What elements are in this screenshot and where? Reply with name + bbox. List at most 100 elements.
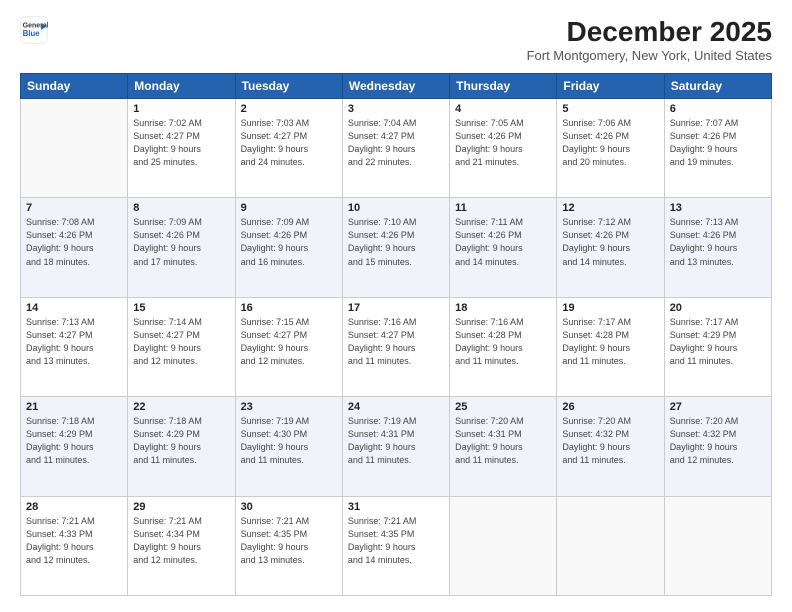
logo: General Blue [20,16,48,44]
calendar-cell: 7 Sunrise: 7:08 AMSunset: 4:26 PMDaylight… [21,198,128,297]
day-number: 29 [133,501,229,513]
calendar-cell: 26 Sunrise: 7:20 AMSunset: 4:32 PMDayligh… [557,397,664,496]
calendar-cell: 31 Sunrise: 7:21 AMSunset: 4:35 PMDayligh… [342,496,449,595]
day-number: 15 [133,302,229,314]
day-info: Sunrise: 7:10 AMSunset: 4:26 PMDaylight:… [348,216,444,268]
weekday-header: Sunday [21,74,128,99]
day-number: 24 [348,401,444,413]
day-number: 14 [26,302,122,314]
weekday-header: Saturday [664,74,771,99]
calendar-cell: 3 Sunrise: 7:04 AMSunset: 4:27 PMDaylight… [342,99,449,198]
day-info: Sunrise: 7:14 AMSunset: 4:27 PMDaylight:… [133,316,229,368]
day-info: Sunrise: 7:19 AMSunset: 4:30 PMDaylight:… [241,415,337,467]
day-info: Sunrise: 7:21 AMSunset: 4:35 PMDaylight:… [241,515,337,567]
day-info: Sunrise: 7:12 AMSunset: 4:26 PMDaylight:… [562,216,658,268]
svg-text:Blue: Blue [23,29,41,38]
calendar-cell: 5 Sunrise: 7:06 AMSunset: 4:26 PMDaylight… [557,99,664,198]
day-info: Sunrise: 7:15 AMSunset: 4:27 PMDaylight:… [241,316,337,368]
day-info: Sunrise: 7:08 AMSunset: 4:26 PMDaylight:… [26,216,122,268]
day-number: 4 [455,103,551,115]
day-number: 28 [26,501,122,513]
calendar-cell: 15 Sunrise: 7:14 AMSunset: 4:27 PMDayligh… [128,297,235,396]
day-info: Sunrise: 7:16 AMSunset: 4:28 PMDaylight:… [455,316,551,368]
day-number: 10 [348,202,444,214]
day-number: 19 [562,302,658,314]
day-number: 20 [670,302,766,314]
calendar-cell: 11 Sunrise: 7:11 AMSunset: 4:26 PMDayligh… [450,198,557,297]
calendar-cell: 6Sunrise: 7:07 AMSunset: 4:26 PMDaylight… [664,99,771,198]
day-number: 18 [455,302,551,314]
calendar-cell: 23 Sunrise: 7:19 AMSunset: 4:30 PMDayligh… [235,397,342,496]
day-number: 12 [562,202,658,214]
calendar-cell: 4Sunrise: 7:05 AMSunset: 4:26 PMDaylight… [450,99,557,198]
calendar-cell [450,496,557,595]
day-number: 3 [348,103,444,115]
day-number: 27 [670,401,766,413]
calendar-cell: 25 Sunrise: 7:20 AMSunset: 4:31 PMDayligh… [450,397,557,496]
day-info: Sunrise: 7:18 AMSunset: 4:29 PMDaylight:… [26,415,122,467]
day-info: Sunrise: 7:20 AMSunset: 4:32 PMDaylight:… [670,415,766,467]
page: General Blue December 2025 Fort Montgome… [0,0,792,612]
day-info: Sunrise: 7:16 AMSunset: 4:27 PMDaylight:… [348,316,444,368]
day-info: Sunrise: 7:02 AMSunset: 4:27 PMDaylight:… [133,117,229,169]
calendar-cell: 10 Sunrise: 7:10 AMSunset: 4:26 PMDayligh… [342,198,449,297]
day-info: Sunrise: 7:20 AMSunset: 4:32 PMDaylight:… [562,415,658,467]
weekday-header: Monday [128,74,235,99]
day-number: 30 [241,501,337,513]
day-info: Sunrise: 7:03 AMSunset: 4:27 PMDaylight:… [241,117,337,169]
location: Fort Montgomery, New York, United States [527,48,772,63]
calendar-cell: 12 Sunrise: 7:12 AMSunset: 4:26 PMDayligh… [557,198,664,297]
calendar-cell: 29 Sunrise: 7:21 AMSunset: 4:34 PMDayligh… [128,496,235,595]
calendar-body: 1 Sunrise: 7:02 AMSunset: 4:27 PMDaylight… [21,99,772,596]
day-number: 31 [348,501,444,513]
day-number: 23 [241,401,337,413]
calendar-cell: 1 Sunrise: 7:02 AMSunset: 4:27 PMDaylight… [128,99,235,198]
day-number: 16 [241,302,337,314]
calendar-cell: 2 Sunrise: 7:03 AMSunset: 4:27 PMDaylight… [235,99,342,198]
day-number: 2 [241,103,337,115]
day-number: 25 [455,401,551,413]
day-info: Sunrise: 7:04 AMSunset: 4:27 PMDaylight:… [348,117,444,169]
day-info: Sunrise: 7:07 AMSunset: 4:26 PMDaylight:… [670,117,766,169]
day-info: Sunrise: 7:18 AMSunset: 4:29 PMDaylight:… [133,415,229,467]
calendar-cell: 22 Sunrise: 7:18 AMSunset: 4:29 PMDayligh… [128,397,235,496]
day-number: 21 [26,401,122,413]
day-info: Sunrise: 7:20 AMSunset: 4:31 PMDaylight:… [455,415,551,467]
calendar-cell: 30 Sunrise: 7:21 AMSunset: 4:35 PMDayligh… [235,496,342,595]
calendar-cell [557,496,664,595]
day-number: 22 [133,401,229,413]
day-info: Sunrise: 7:21 AMSunset: 4:33 PMDaylight:… [26,515,122,567]
day-number: 1 [133,103,229,115]
calendar-cell: 19 Sunrise: 7:17 AMSunset: 4:28 PMDayligh… [557,297,664,396]
day-number: 26 [562,401,658,413]
day-number: 7 [26,202,122,214]
calendar-cell [21,99,128,198]
calendar-cell: 13 Sunrise: 7:13 AMSunset: 4:26 PMDayligh… [664,198,771,297]
day-info: Sunrise: 7:17 AMSunset: 4:28 PMDaylight:… [562,316,658,368]
calendar-header: SundayMondayTuesdayWednesdayThursdayFrid… [21,74,772,99]
day-info: Sunrise: 7:06 AMSunset: 4:26 PMDaylight:… [562,117,658,169]
day-number: 11 [455,202,551,214]
calendar-cell: 14 Sunrise: 7:13 AMSunset: 4:27 PMDayligh… [21,297,128,396]
weekday-header: Wednesday [342,74,449,99]
day-info: Sunrise: 7:19 AMSunset: 4:31 PMDaylight:… [348,415,444,467]
day-info: Sunrise: 7:11 AMSunset: 4:26 PMDaylight:… [455,216,551,268]
calendar-cell: 24 Sunrise: 7:19 AMSunset: 4:31 PMDayligh… [342,397,449,496]
calendar-cell: 16 Sunrise: 7:15 AMSunset: 4:27 PMDayligh… [235,297,342,396]
calendar-cell: 28 Sunrise: 7:21 AMSunset: 4:33 PMDayligh… [21,496,128,595]
day-number: 5 [562,103,658,115]
calendar-cell [664,496,771,595]
day-number: 8 [133,202,229,214]
calendar-cell: 18 Sunrise: 7:16 AMSunset: 4:28 PMDayligh… [450,297,557,396]
calendar-cell: 17 Sunrise: 7:16 AMSunset: 4:27 PMDayligh… [342,297,449,396]
day-number: 13 [670,202,766,214]
day-number: 17 [348,302,444,314]
day-info: Sunrise: 7:13 AMSunset: 4:26 PMDaylight:… [670,216,766,268]
day-info: Sunrise: 7:21 AMSunset: 4:34 PMDaylight:… [133,515,229,567]
weekday-header: Friday [557,74,664,99]
day-info: Sunrise: 7:21 AMSunset: 4:35 PMDaylight:… [348,515,444,567]
calendar-table: SundayMondayTuesdayWednesdayThursdayFrid… [20,73,772,596]
header: General Blue December 2025 Fort Montgome… [20,16,772,63]
weekday-header: Thursday [450,74,557,99]
day-info: Sunrise: 7:13 AMSunset: 4:27 PMDaylight:… [26,316,122,368]
